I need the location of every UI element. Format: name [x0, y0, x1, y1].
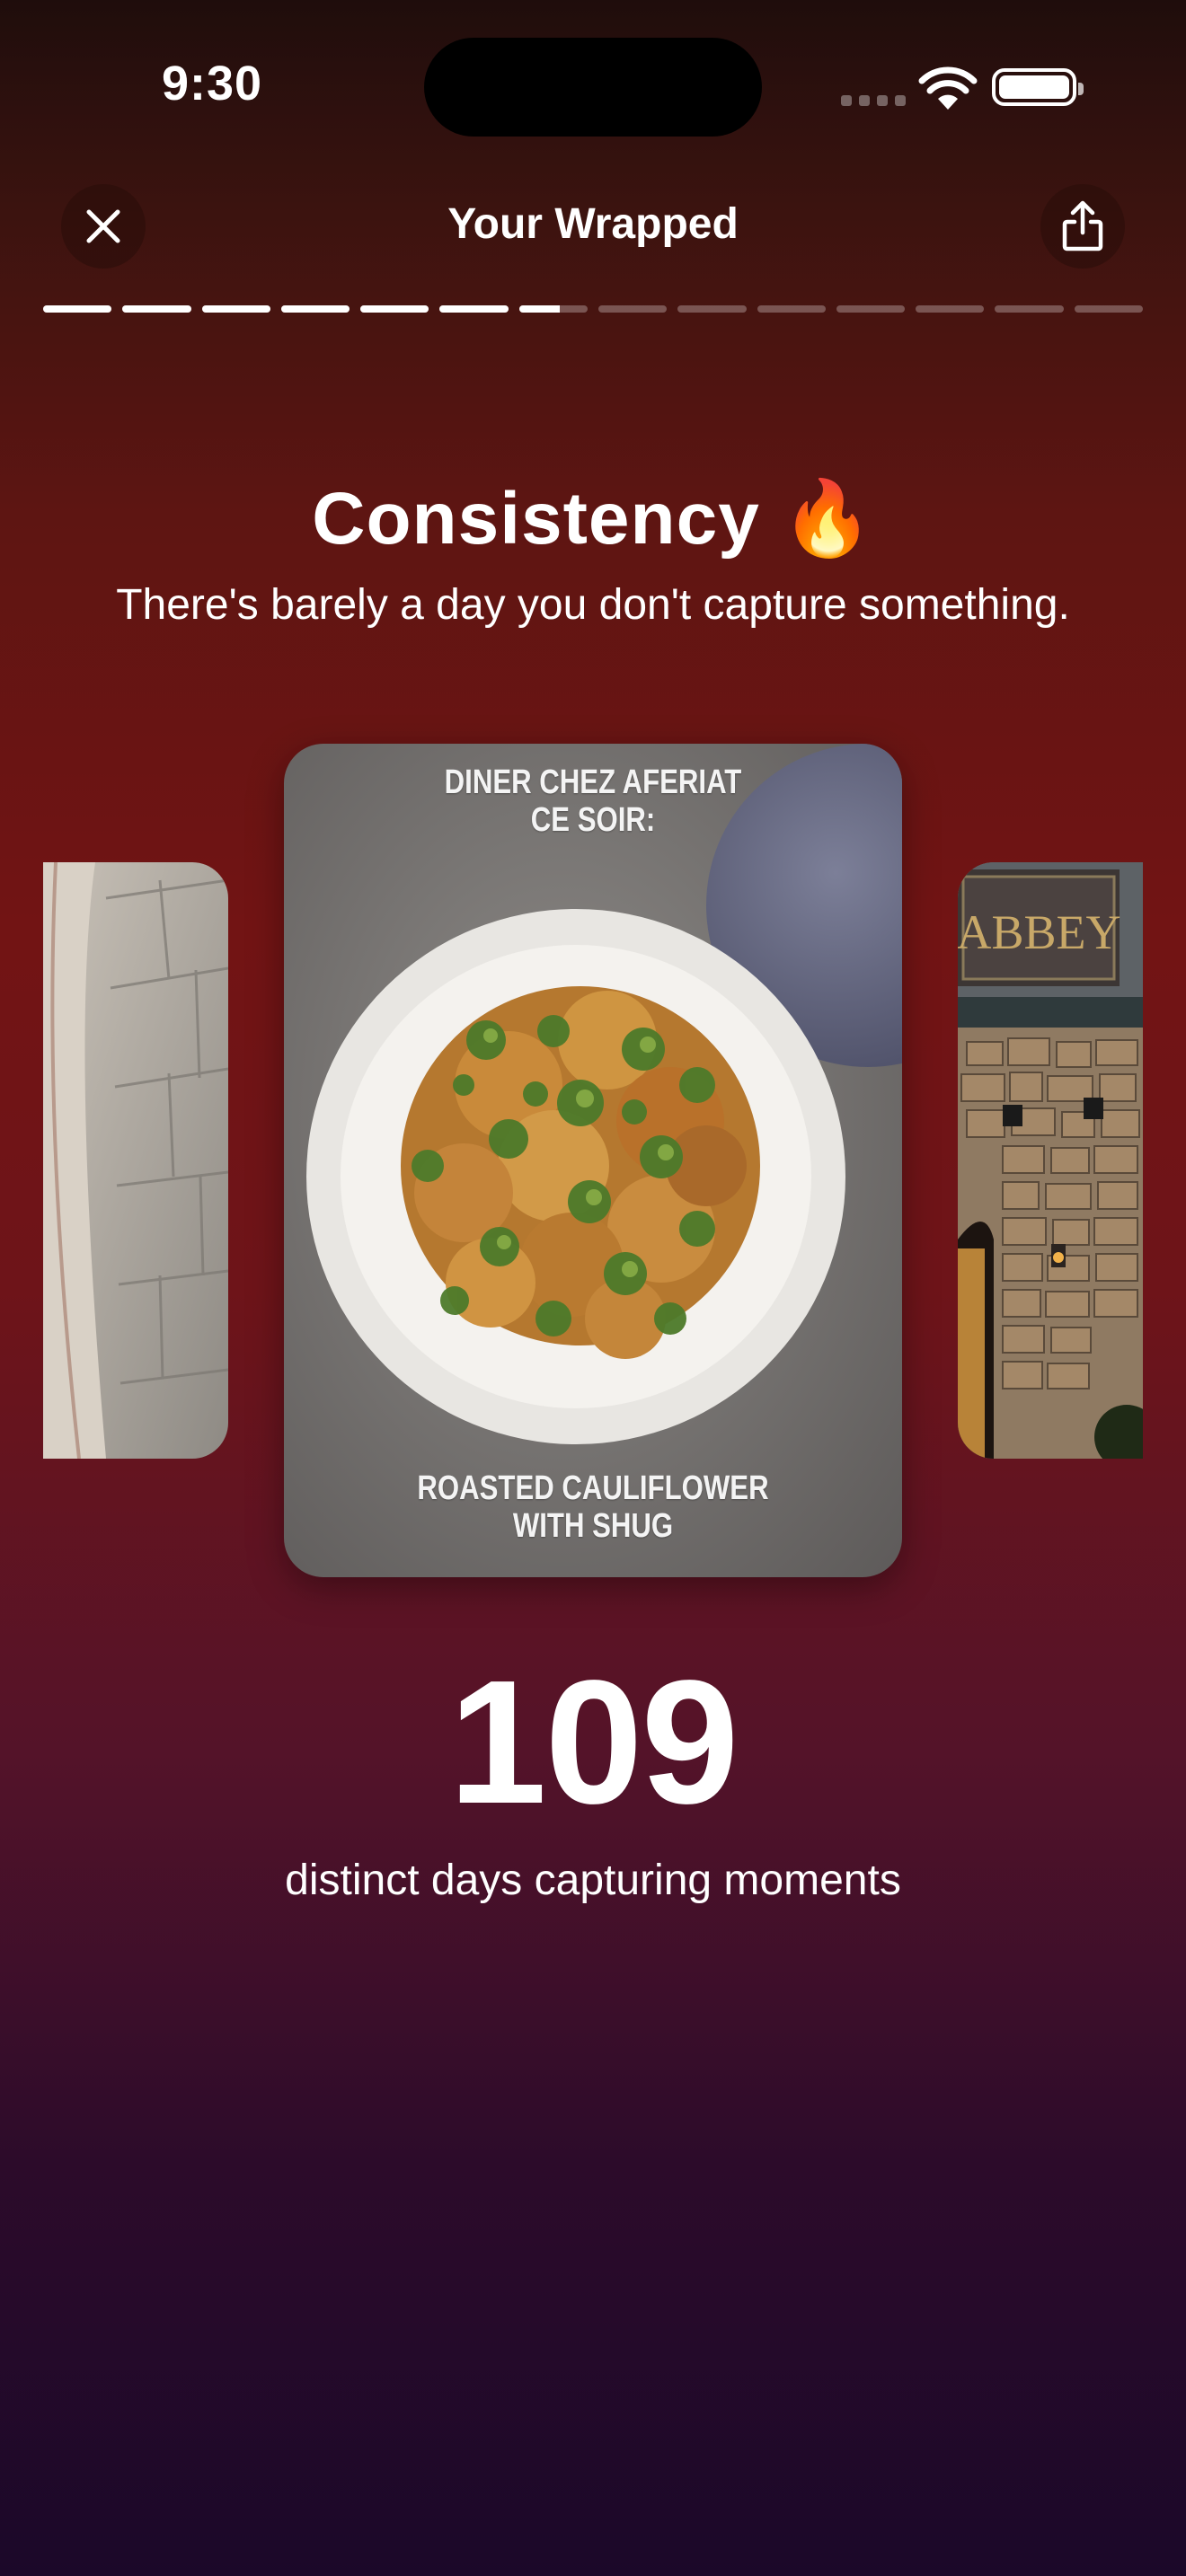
share-button[interactable] [1040, 184, 1125, 269]
progress-segment [836, 305, 906, 313]
photo-caption-bottom: ROASTED CAULIFLOWER WITH SHUG [340, 1469, 846, 1545]
dynamic-island [424, 38, 762, 137]
abbey-building-photo: ABBEY [958, 862, 1143, 1459]
caption-top-text: DINER CHEZ AFERIAT CE SOIR: [444, 763, 742, 839]
progress-segment [916, 305, 985, 313]
progress-segment [360, 305, 429, 313]
progress-segment [995, 305, 1064, 313]
story-progress-bar [43, 305, 1143, 313]
progress-segment [757, 305, 826, 313]
progress-segment [43, 305, 112, 313]
progress-segment [1074, 305, 1143, 313]
progress-segment [122, 305, 191, 313]
photo-card-previous[interactable] [43, 862, 228, 1459]
progress-segment [439, 305, 509, 313]
photo-card-next[interactable]: ABBEY [958, 862, 1143, 1459]
caption-bottom-text: ROASTED CAULIFLOWER WITH SHUG [417, 1469, 769, 1545]
stat-label: distinct days capturing moments [285, 1857, 901, 1904]
photo-card-current[interactable]: DINER CHEZ AFERIAT CE SOIR: ROASTED CAUL… [284, 744, 902, 1577]
cauliflower-photo [284, 744, 902, 1577]
share-icon [1062, 200, 1103, 251]
stat-value: 109 [448, 1644, 739, 1840]
stone-wall-photo [43, 862, 228, 1459]
progress-segment [677, 305, 747, 313]
battery-icon [992, 68, 1084, 106]
slide-title: Consistency 🔥 [0, 476, 1186, 562]
photo-caption-top: DINER CHEZ AFERIAT CE SOIR: [340, 763, 846, 839]
progress-segment [597, 305, 668, 313]
slide-subtitle: There's barely a day you don't capture s… [116, 581, 1070, 629]
slide-title-text: Consistency [312, 478, 760, 560]
nav-title: Your Wrapped [447, 200, 739, 248]
status-time: 9:30 [162, 57, 263, 110]
wifi-icon [918, 66, 978, 110]
cellular-signal-icon [841, 95, 906, 106]
abbey-sign-text: ABBEY [958, 905, 1121, 959]
progress-segment [280, 305, 350, 313]
fire-emoji: 🔥 [781, 478, 874, 560]
progress-segment [518, 305, 588, 313]
progress-segment [201, 305, 270, 313]
